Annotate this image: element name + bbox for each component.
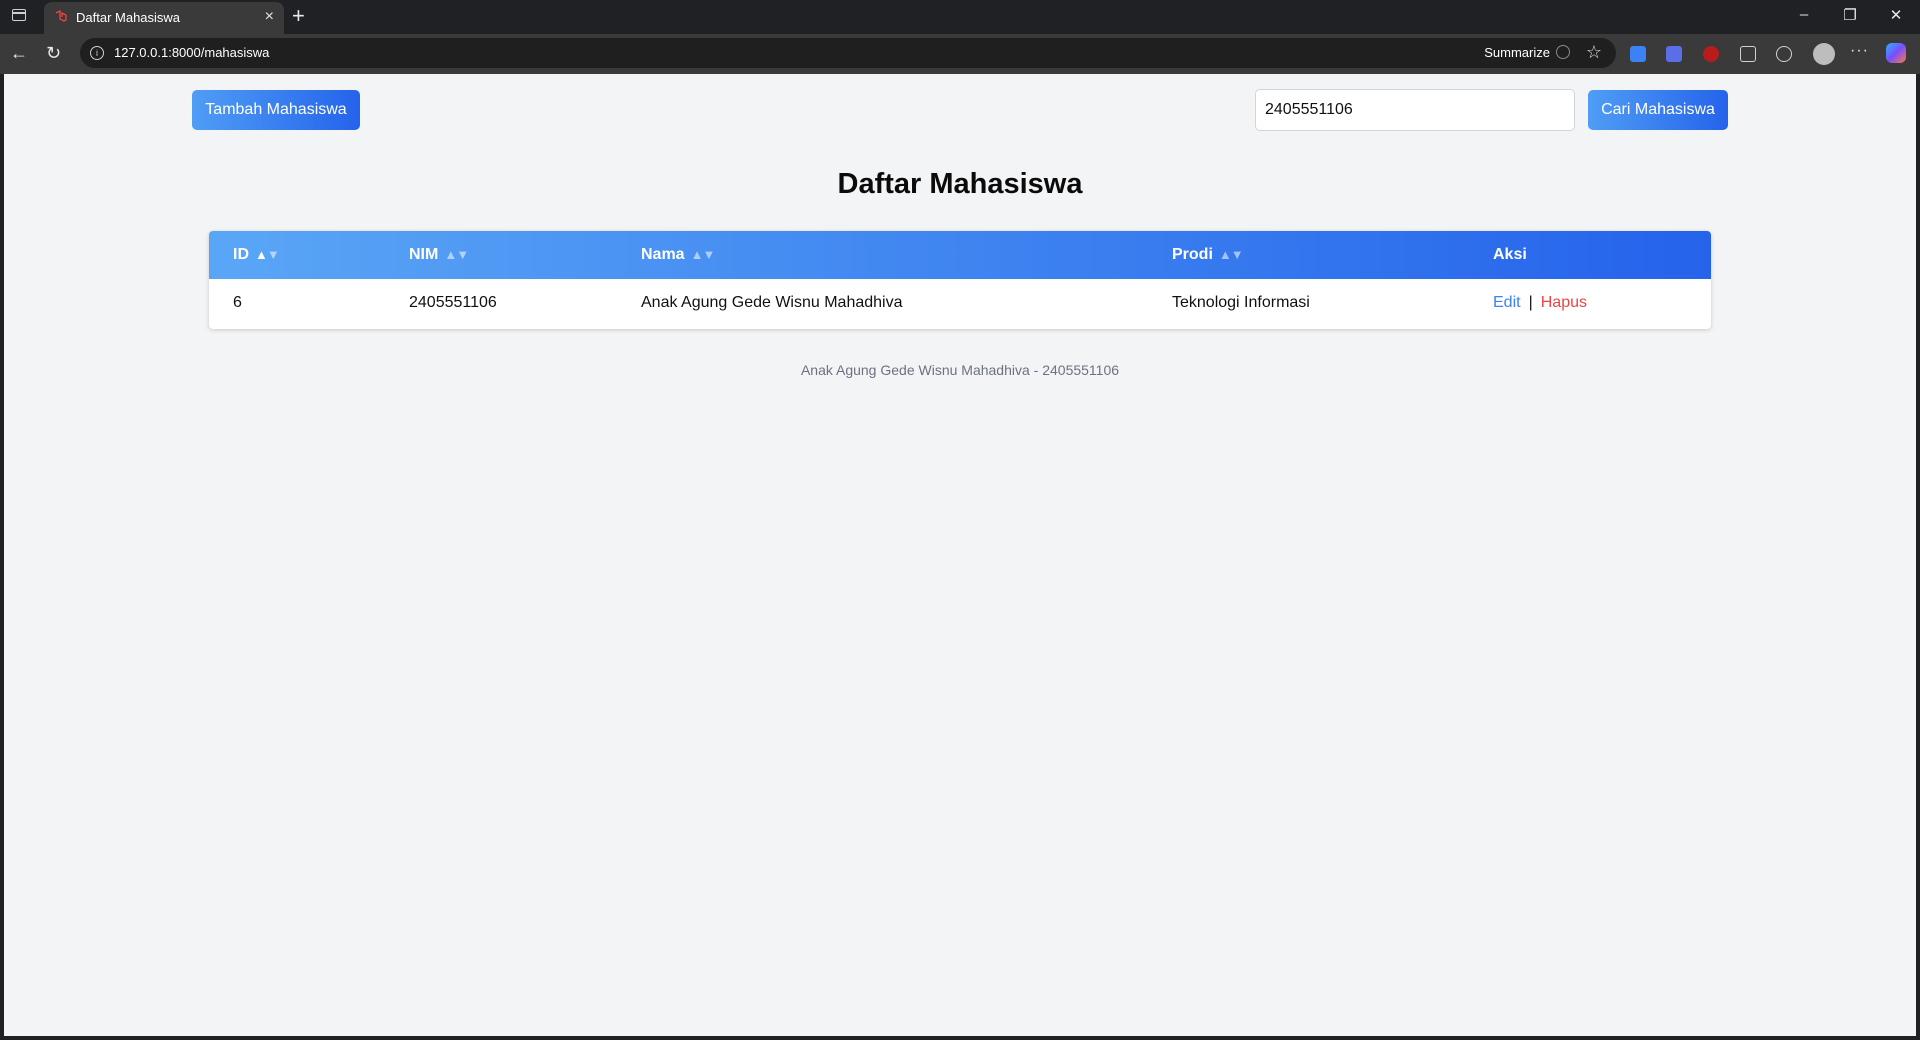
header-nim[interactable]: NIM ▲▼ — [409, 246, 469, 264]
cell-nim: 2405551106 — [409, 294, 497, 311]
cell-nama: Anak Agung Gede Wisnu Mahadhiva — [641, 294, 903, 311]
page-viewport: Tambah Mahasiswa Cari Mahasiswa Daftar M… — [4, 74, 1916, 1036]
url-text[interactable]: 127.0.0.1:8000/mahasiswa — [114, 45, 269, 60]
delete-link[interactable]: Hapus — [1541, 294, 1587, 311]
sort-down-icon[interactable]: ▼ — [456, 247, 469, 262]
sort-up-icon[interactable]: ▲ — [444, 247, 457, 262]
summarize-button[interactable]: Summarize — [1484, 45, 1550, 60]
header-label: Prodi — [1172, 246, 1213, 263]
search-input[interactable] — [1255, 89, 1575, 131]
action-separator: | — [1528, 294, 1533, 311]
cell-prodi: Teknologi Informasi — [1172, 294, 1310, 311]
ublock-extension-icon[interactable] — [1703, 46, 1719, 62]
browser-tab[interactable]: Daftar Mahasiswa × — [44, 2, 284, 34]
sort-icon[interactable]: ▲▼ — [444, 247, 469, 262]
header-label: ID — [233, 246, 249, 263]
sort-icon[interactable]: ▲▼ — [1219, 247, 1244, 262]
translate-extension-icon[interactable] — [1630, 46, 1646, 62]
sort-up-icon[interactable]: ▲ — [255, 247, 268, 262]
student-table: ID ▲▼ NIM ▲▼ Nama ▲▼ Prodi ▲▼ Aksi 6 2405551… — [209, 231, 1711, 329]
restore-button[interactable]: ❐ — [1840, 6, 1860, 24]
sort-down-icon[interactable]: ▼ — [1231, 247, 1244, 262]
header-label: Nama — [641, 246, 685, 263]
header-prodi[interactable]: Prodi ▲▼ — [1172, 246, 1244, 264]
sort-icon[interactable]: ▲▼ — [255, 247, 280, 262]
sort-up-icon[interactable]: ▲ — [1219, 247, 1232, 262]
back-icon[interactable]: ← — [10, 42, 28, 64]
tab-title: Daftar Mahasiswa — [76, 10, 181, 25]
reload-icon[interactable]: ↻ — [46, 42, 61, 64]
page-title: Daftar Mahasiswa — [837, 168, 1083, 200]
site-info-icon[interactable]: i — [90, 46, 104, 60]
table-header: ID ▲▼ NIM ▲▼ Nama ▲▼ Prodi ▲▼ Aksi — [209, 231, 1711, 279]
header-id[interactable]: ID ▲▼ — [233, 246, 280, 264]
laravel-favicon-icon — [55, 10, 67, 22]
minimize-button[interactable]: – — [1794, 6, 1814, 23]
tab-close-icon[interactable]: × — [265, 8, 274, 26]
close-window-button[interactable]: ✕ — [1886, 6, 1906, 24]
address-bar[interactable]: i 127.0.0.1:8000/mahasiswa Summarize ☆ — [80, 38, 1616, 68]
sort-down-icon[interactable]: ▼ — [267, 247, 280, 262]
search-student-button[interactable]: Cari Mahasiswa — [1588, 90, 1728, 130]
header-label: NIM — [409, 246, 439, 263]
sort-up-icon[interactable]: ▲ — [691, 247, 704, 262]
sort-down-icon[interactable]: ▼ — [702, 247, 715, 262]
cell-id: 6 — [233, 294, 242, 311]
cell-aksi: Edit | Hapus — [1493, 294, 1587, 312]
edit-link[interactable]: Edit — [1493, 294, 1521, 311]
more-menu-icon[interactable]: ··· — [1850, 42, 1869, 60]
new-tab-button[interactable]: + — [292, 4, 305, 28]
extensions-puzzle-icon[interactable] — [1740, 46, 1756, 62]
header-nama[interactable]: Nama ▲▼ — [641, 246, 716, 264]
performance-icon[interactable] — [1776, 46, 1792, 62]
add-student-button[interactable]: Tambah Mahasiswa — [192, 90, 360, 130]
profile-avatar[interactable] — [1813, 43, 1835, 65]
footer-text: Anak Agung Gede Wisnu Mahadhiva - 240555… — [800, 362, 1120, 378]
tab-actions-icon[interactable] — [12, 9, 26, 21]
browser-toolbar: ← ↻ i 127.0.0.1:8000/mahasiswa Summarize… — [0, 34, 1920, 74]
header-aksi: Aksi — [1493, 246, 1527, 263]
copilot-icon[interactable] — [1886, 43, 1906, 63]
discord-extension-icon[interactable] — [1666, 46, 1682, 62]
table-row: 6 2405551106 Anak Agung Gede Wisnu Mahad… — [209, 279, 1711, 329]
browser-titlebar: Daftar Mahasiswa × + – ❐ ✕ — [0, 0, 1920, 34]
summarize-icon — [1556, 45, 1570, 59]
favorite-star-icon[interactable]: ☆ — [1586, 42, 1602, 63]
sort-icon[interactable]: ▲▼ — [691, 247, 716, 262]
